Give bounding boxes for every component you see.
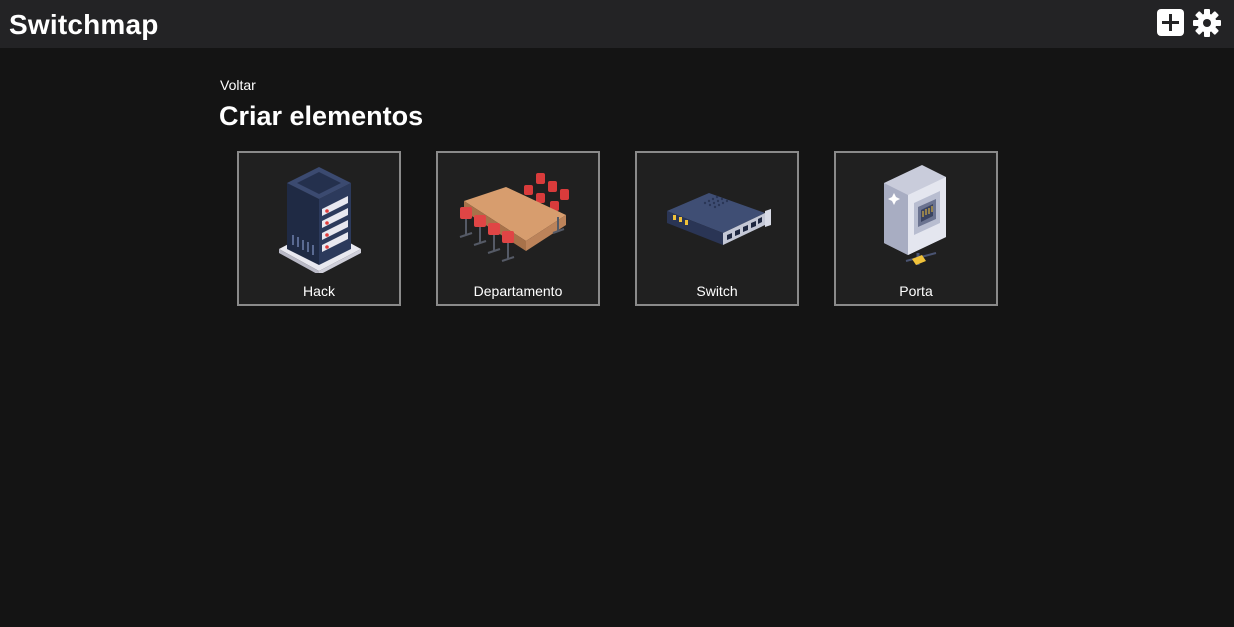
card-label: Hack — [303, 283, 335, 299]
gear-icon — [1193, 9, 1221, 37]
card-label: Porta — [899, 283, 933, 299]
card-switch[interactable]: Switch — [635, 151, 799, 306]
card-label: Switch — [696, 283, 738, 299]
add-button[interactable] — [1157, 9, 1184, 36]
card-label: Departamento — [473, 283, 563, 299]
server-rack-icon — [259, 161, 379, 273]
plus-square-icon — [1162, 14, 1179, 31]
card-porta[interactable]: Porta — [834, 151, 998, 306]
settings-button[interactable] — [1192, 8, 1222, 38]
back-link[interactable]: Voltar — [220, 77, 256, 93]
top-bar: Switchmap — [0, 0, 1234, 48]
page-title: Criar elementos — [219, 101, 424, 131]
meeting-table-icon — [458, 161, 578, 273]
network-switch-icon — [657, 161, 777, 273]
app-title[interactable]: Switchmap — [9, 8, 159, 42]
card-departamento[interactable]: Departamento — [436, 151, 600, 306]
ethernet-port-icon — [856, 161, 976, 273]
card-hack[interactable]: Hack — [237, 151, 401, 306]
